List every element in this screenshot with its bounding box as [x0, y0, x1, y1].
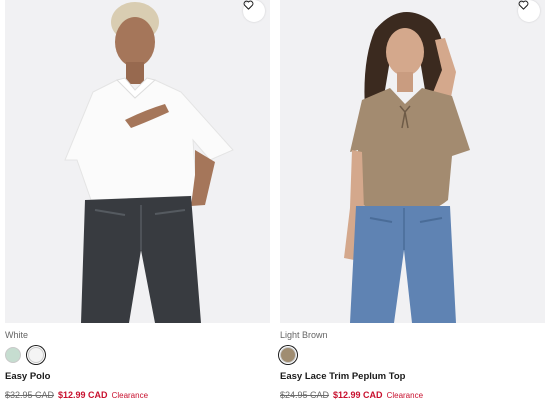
color-swatches — [5, 347, 44, 363]
wishlist-button[interactable] — [518, 0, 540, 22]
product-name[interactable]: Easy Lace Trim Peplum Top — [280, 371, 405, 382]
color-swatches — [280, 347, 296, 363]
color-swatch-white[interactable] — [28, 347, 44, 363]
original-price: $24.95 CAD — [280, 390, 330, 400]
product-name[interactable]: Easy Polo — [5, 371, 50, 382]
heart-outline-icon — [518, 0, 529, 10]
selected-color-label: Light Brown — [280, 330, 328, 340]
selected-color-label: White — [5, 330, 29, 340]
product-grid: White Easy Polo $32.95 CAD $12.99 CAD Cl… — [0, 0, 550, 406]
sale-price: $12.99 CAD — [333, 390, 383, 400]
model-photo-peplum — [344, 12, 470, 323]
clearance-badge: Clearance — [386, 391, 424, 400]
price-row: $24.95 CAD $12.99 CAD Clearance — [280, 390, 423, 400]
price-row: $32.95 CAD $12.99 CAD Clearance — [5, 390, 148, 400]
heart-outline-icon — [243, 0, 254, 10]
clearance-badge: Clearance — [111, 391, 149, 400]
original-price: $32.95 CAD — [5, 390, 55, 400]
product-image[interactable] — [280, 0, 545, 323]
wishlist-button[interactable] — [243, 0, 265, 22]
product-card-easy-lace-trim-peplum-top[interactable]: Light Brown Easy Lace Trim Peplum Top $2… — [280, 0, 545, 406]
product-card-easy-polo[interactable]: White Easy Polo $32.95 CAD $12.99 CAD Cl… — [5, 0, 270, 406]
color-swatch-mint[interactable] — [5, 347, 21, 363]
sale-price: $12.99 CAD — [58, 390, 108, 400]
product-image[interactable] — [5, 0, 270, 323]
model-photo-polo — [64, 2, 234, 323]
color-swatch-light-brown[interactable] — [280, 347, 296, 363]
